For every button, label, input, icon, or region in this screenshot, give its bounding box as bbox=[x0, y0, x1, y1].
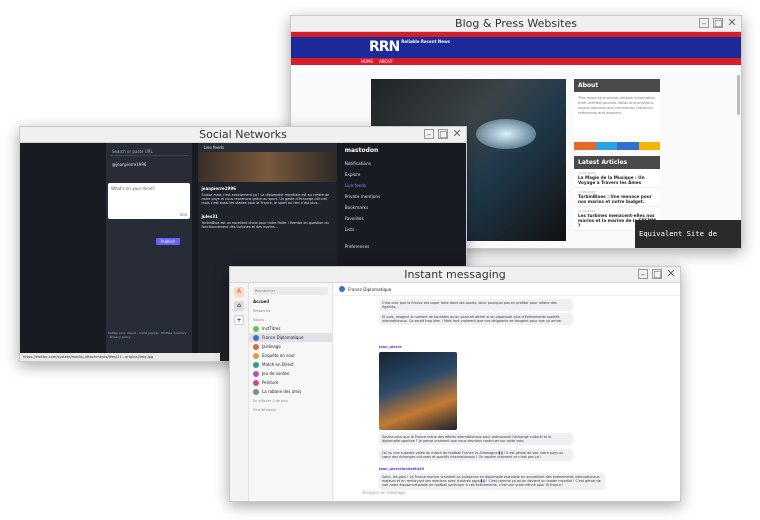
facebook-icon[interactable] bbox=[617, 142, 639, 150]
menu-notifications[interactable]: Notifications bbox=[337, 158, 466, 169]
room-avatar bbox=[253, 334, 259, 341]
menu-private-mentions[interactable]: Private mentions bbox=[337, 191, 466, 202]
blog-sidebar: About This resource provides reliable in… bbox=[574, 79, 660, 231]
latest-articles-heading: Latest Articles bbox=[574, 156, 660, 169]
footer-links[interactable]: Twitter.com: About · Invite people · Pro… bbox=[108, 331, 188, 339]
post-author[interactable]: jeanpierre1996 bbox=[198, 182, 337, 191]
article-item[interactable]: 14.09.2023 La Magie de la Musique : Un Vo… bbox=[574, 169, 660, 188]
room-avatar bbox=[253, 370, 259, 377]
room-item[interactable]: Jeu de cordes bbox=[249, 369, 332, 378]
messaging-window-title: Instant messaging bbox=[404, 268, 506, 281]
post-author[interactable]: jules31 bbox=[198, 208, 337, 219]
message-sender[interactable]: jean_pierrelechat8449 bbox=[379, 467, 424, 471]
mastodon-logo[interactable]: mastodon bbox=[337, 143, 466, 158]
message-sender[interactable]: jean_pierre bbox=[379, 345, 402, 349]
chat-pane: France Diplomatique C'est clair que la F… bbox=[333, 283, 680, 501]
post-media[interactable] bbox=[197, 152, 337, 182]
maximize-icon[interactable]: □ bbox=[438, 129, 448, 140]
messaging-window: Instant messaging – □ ✕ A ⌂ + Rechercher A… bbox=[229, 266, 681, 502]
room-avatar bbox=[339, 286, 345, 292]
about-text: This resource provides reliable informat… bbox=[574, 92, 660, 136]
low-priority-section[interactable]: Priorité basse bbox=[249, 405, 332, 414]
feed-header[interactable]: Live feeds bbox=[197, 143, 337, 152]
star-icon[interactable] bbox=[638, 142, 660, 150]
about-heading: About bbox=[574, 79, 660, 92]
close-icon[interactable]: ✕ bbox=[452, 128, 462, 139]
social-share-bar bbox=[574, 142, 660, 150]
add-space-icon[interactable]: + bbox=[234, 315, 244, 325]
room-avatar bbox=[253, 361, 259, 368]
room-search-input[interactable]: Rechercher bbox=[253, 287, 328, 295]
menu-live-feeds[interactable]: Live feeds bbox=[337, 180, 466, 191]
nav-about[interactable]: ABOUT bbox=[379, 58, 393, 65]
nav-home[interactable]: HOME bbox=[361, 58, 373, 65]
message-composer[interactable]: Envoyer un message... bbox=[363, 488, 670, 497]
minimize-icon[interactable]: – bbox=[424, 129, 434, 140]
room-item[interactable]: Enquête en cour bbox=[249, 351, 332, 360]
close-icon[interactable]: ✕ bbox=[727, 17, 737, 28]
twitter-icon[interactable] bbox=[595, 142, 617, 150]
minimize-icon[interactable]: – bbox=[638, 269, 648, 280]
room-avatar bbox=[253, 343, 259, 350]
site-logo[interactable]: RRN Reliable Recent News bbox=[369, 39, 450, 55]
element-ui: A ⌂ + Rechercher Accueil Personnes Salon… bbox=[230, 283, 680, 501]
search-input[interactable]: Search or paste URL bbox=[110, 147, 188, 156]
menu-explore[interactable]: Explore bbox=[337, 169, 466, 180]
rooms-section[interactable]: Salons bbox=[249, 315, 332, 324]
article-item[interactable]: 13.09.2023 TurbinBlues : Une menace pour … bbox=[574, 188, 660, 207]
site-nav: HOME ABOUT bbox=[291, 58, 741, 65]
blog-titlebar[interactable]: Blog & Press Websites – □ ✕ bbox=[291, 16, 741, 32]
equivalent-label: Equivalent Site de presse bbox=[635, 220, 741, 248]
char-counter: 500 bbox=[180, 213, 187, 217]
room-avatar bbox=[253, 388, 259, 395]
message-bubble: Saviez-vous que la France mène des effor… bbox=[379, 433, 573, 446]
chat-title[interactable]: France Diplomatique bbox=[348, 287, 391, 292]
home-icon[interactable]: ⌂ bbox=[234, 301, 244, 311]
user-avatar[interactable]: A bbox=[234, 287, 244, 297]
close-icon[interactable]: ✕ bbox=[666, 268, 676, 279]
room-item[interactable]: La rabane des amis bbox=[249, 387, 332, 396]
room-item[interactable]: Jardinage bbox=[249, 342, 332, 351]
status-url: https://twitter.com/system/media_attachm… bbox=[20, 353, 220, 361]
post-text: TurbinBlue est un excellent choix pour n… bbox=[201, 220, 329, 229]
rss-icon[interactable] bbox=[574, 142, 596, 150]
room-item[interactable]: Peinture bbox=[249, 378, 332, 387]
menu-preferences[interactable]: Preferences bbox=[337, 241, 466, 252]
room-item[interactable]: InstTitres bbox=[249, 324, 332, 333]
room-item[interactable]: France Diplomatique bbox=[249, 333, 332, 342]
maximize-icon[interactable]: □ bbox=[652, 269, 662, 280]
maximize-icon[interactable]: □ bbox=[713, 18, 723, 29]
social-titlebar[interactable]: Social Networks – □ ✕ bbox=[20, 127, 466, 143]
social-window-title: Social Networks bbox=[199, 128, 287, 141]
room-avatar bbox=[253, 325, 259, 332]
blog-window-title: Blog & Press Websites bbox=[455, 17, 577, 30]
home-heading[interactable]: Accueil bbox=[249, 297, 332, 306]
site-header: RRN Reliable Recent News bbox=[291, 32, 741, 58]
blog-scrollbar[interactable] bbox=[737, 75, 740, 115]
message-image[interactable] bbox=[379, 352, 457, 430]
post-text: Suisse mais c'est exactement ça ! La dip… bbox=[201, 193, 330, 206]
menu-favorites[interactable]: Favorites bbox=[337, 213, 466, 224]
user-handle[interactable]: @jeanpierre1996 bbox=[106, 160, 192, 169]
message-bubble: J'ai vu une superbe vidéo du match de fo… bbox=[379, 449, 573, 462]
compose-textarea[interactable]: What's on your mind? 500 bbox=[108, 183, 190, 219]
message-bubble: Et puis, imagine le nombre de touristes … bbox=[379, 313, 573, 326]
publish-button[interactable]: Publish bbox=[156, 238, 180, 245]
room-list: Rechercher Accueil Personnes Salons Inst… bbox=[249, 283, 333, 501]
compose-column: Search or paste URL @jeanpierre1996 What… bbox=[106, 143, 192, 361]
room-avatar bbox=[253, 379, 259, 386]
show-more-link[interactable]: En afficher 1 de plus bbox=[249, 396, 332, 405]
menu-lists[interactable]: Lists bbox=[337, 224, 466, 235]
people-section[interactable]: Personnes bbox=[249, 306, 332, 315]
room-item[interactable]: Match en Direct bbox=[249, 360, 332, 369]
messaging-titlebar[interactable]: Instant messaging – □ ✕ bbox=[230, 267, 680, 283]
minimize-icon[interactable]: – bbox=[699, 18, 709, 29]
menu-bookmarks[interactable]: Bookmarks bbox=[337, 202, 466, 213]
message-bubble: C'est clair que la France est super fort… bbox=[379, 299, 573, 312]
chat-header: France Diplomatique bbox=[333, 283, 680, 296]
room-avatar bbox=[253, 352, 259, 359]
space-rail: A ⌂ + bbox=[230, 283, 249, 501]
